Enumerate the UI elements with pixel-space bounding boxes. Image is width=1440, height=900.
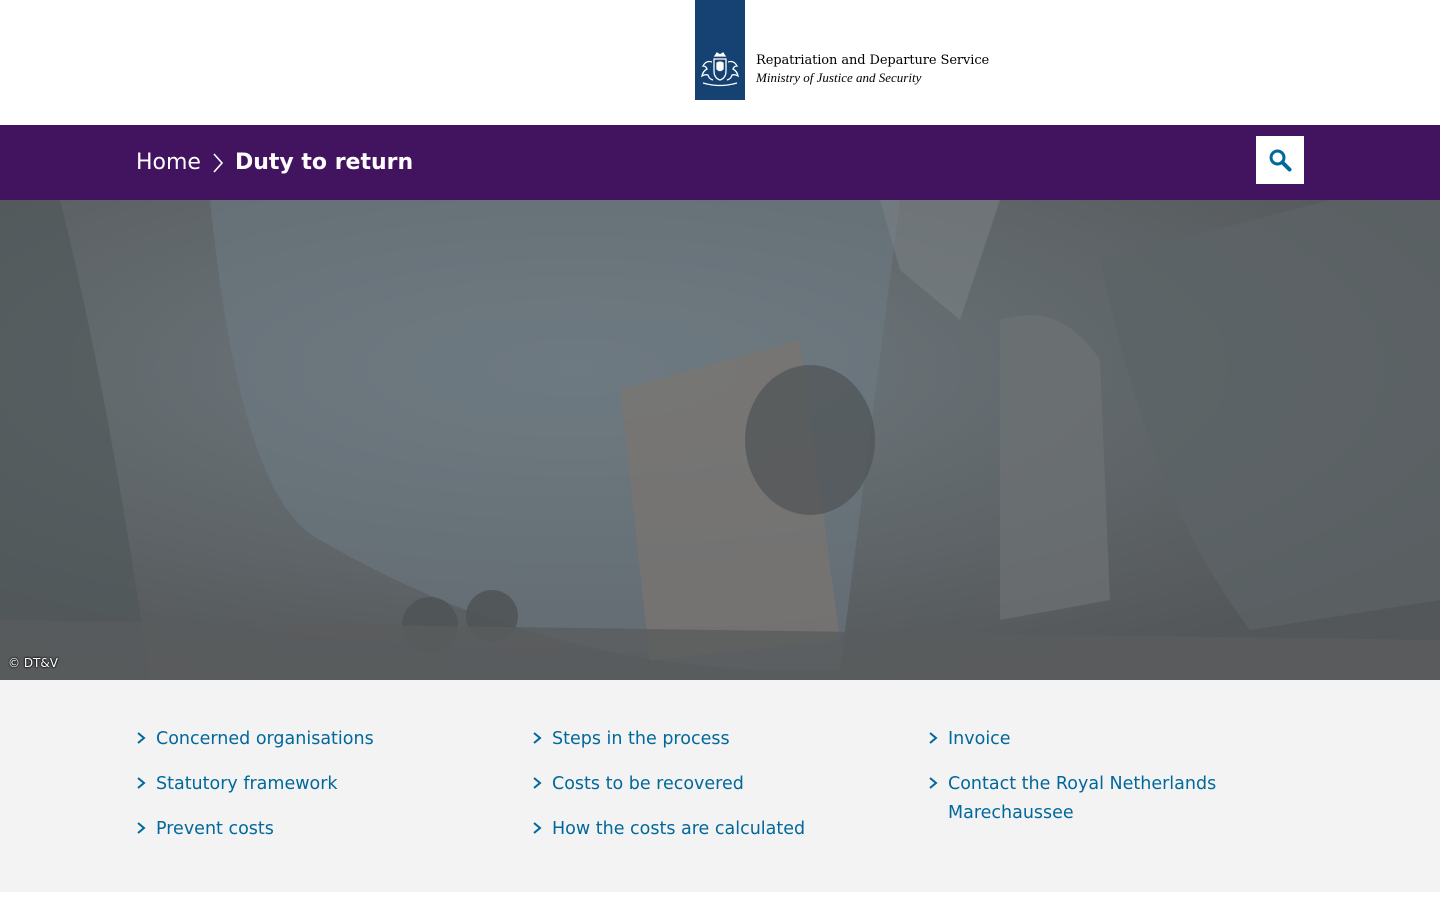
list-item: Invoice [928,724,1228,753]
link-how-costs-calculated[interactable]: How the costs are calculated [552,819,805,839]
image-credit: © DT&V [8,656,58,670]
logo-title: Repatriation and Departure Service [756,53,990,68]
chevron-right-icon [137,732,146,744]
search-icon [1269,149,1292,172]
related-links-section: Concerned organisations Statutory framew… [0,680,1440,892]
list-item: Contact the Royal Netherlands Marechauss… [928,769,1228,827]
breadcrumb-bar: Home Duty to return [0,125,1440,200]
chevron-right-icon [137,777,146,789]
logo-link[interactable] [695,0,745,100]
list-item: Steps in the process [532,724,892,753]
link-invoice[interactable]: Invoice [948,729,1011,749]
chevron-right-icon [533,732,542,744]
link-prevent-costs[interactable]: Prevent costs [156,819,274,839]
link-contact-marechaussee[interactable]: Contact the Royal Netherlands Marechauss… [948,774,1216,823]
list-item: Concerned organisations [136,724,496,753]
links-column-3: Invoice Contact the Royal Netherlands Ma… [928,724,1228,843]
breadcrumb-home-link[interactable]: Home [136,150,201,175]
hero-illustration [0,200,1440,680]
list-item: Costs to be recovered [532,769,892,798]
coat-of-arms-icon [701,52,739,87]
chevron-right-icon [533,822,542,834]
link-concerned-organisations[interactable]: Concerned organisations [156,729,374,749]
search-button[interactable] [1256,136,1304,184]
breadcrumb: Home Duty to return [136,125,413,200]
chevron-right-icon [137,822,146,834]
chevron-right-icon [201,151,235,175]
link-steps-in-process[interactable]: Steps in the process [552,729,730,749]
breadcrumb-current: Duty to return [234,150,414,175]
link-statutory-framework[interactable]: Statutory framework [156,774,338,794]
chevron-right-icon [533,777,542,789]
links-column-1: Concerned organisations Statutory framew… [136,724,496,859]
link-costs-to-be-recovered[interactable]: Costs to be recovered [552,774,744,794]
list-item: Prevent costs [136,814,496,843]
logo-wordmark[interactable]: Repatriation and Departure Service Minis… [756,52,989,86]
list-item: Statutory framework [136,769,496,798]
chevron-right-icon [929,777,938,789]
chevron-right-icon [929,732,938,744]
page-bottom [0,892,1440,900]
links-column-2: Steps in the process Costs to be recover… [532,724,892,859]
hero-image: © DT&V [0,200,1440,680]
list-item: How the costs are calculated [532,814,892,843]
logo-subtitle: Ministry of Justice and Security [756,70,922,85]
site-header: Repatriation and Departure Service Minis… [0,0,1440,125]
